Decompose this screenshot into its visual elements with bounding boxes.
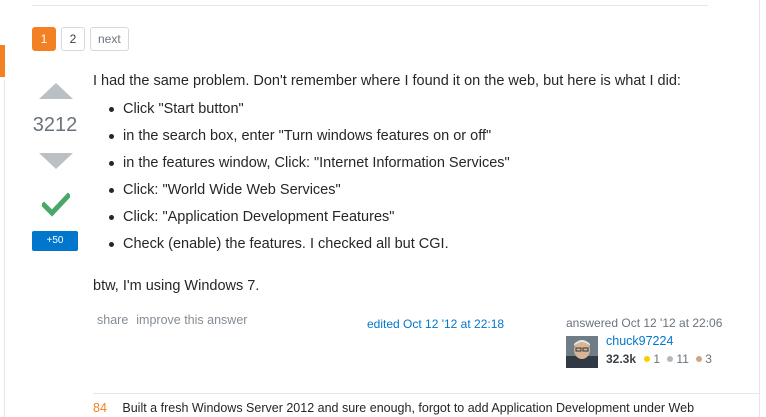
right-border (759, 0, 760, 417)
left-accent-bar (0, 45, 5, 77)
answer-intro: I had the same problem. Don't remember w… (93, 73, 681, 89)
comment-divider (93, 393, 759, 394)
list-item: in the features window, Click: "Internet… (109, 150, 733, 177)
steps-list: Click "Start button" in the search box, … (93, 96, 733, 258)
list-item: in the search box, enter "Turn windows f… (109, 123, 733, 150)
answer-body: I had the same problem. Don't remember w… (93, 70, 733, 294)
gold-badge-count: 1 (653, 352, 661, 366)
user-signature: answered Oct 12 '12 at 22:06 chuck97224 … (566, 316, 736, 368)
bounty-badge[interactable]: +50 (32, 231, 78, 251)
reputation-score: 32.3k (606, 352, 637, 366)
improve-answer-link[interactable]: improve this answer (136, 313, 247, 327)
list-item: Click "Start button" (109, 96, 733, 123)
answered-timestamp: answered Oct 12 '12 at 22:06 (566, 316, 723, 330)
silver-badge-icon (667, 356, 674, 362)
list-item: Click: "Application Development Features… (109, 204, 733, 231)
page-1-button[interactable]: 1 (32, 27, 56, 51)
vote-up-icon[interactable] (39, 83, 73, 99)
avatar[interactable] (566, 336, 598, 368)
comment: 84 Built a fresh Windows Server 2012 and… (93, 401, 694, 415)
bronze-badge: 3 (696, 352, 712, 366)
list-item: Check (enable) the features. I checked a… (109, 231, 733, 258)
edited-link[interactable]: edited Oct 12 '12 at 22:18 (367, 317, 504, 331)
bronze-badge-icon (696, 356, 703, 362)
pagination: 1 2 next (32, 27, 129, 51)
user-name-link[interactable]: chuck97224 (606, 334, 673, 348)
next-page-button[interactable]: next (90, 27, 129, 51)
vote-down-icon[interactable] (39, 153, 73, 169)
silver-badge-count: 11 (676, 352, 689, 366)
user-card: chuck97224 32.3k 1 11 3 (566, 334, 736, 368)
gold-badge-icon (644, 356, 651, 362)
comment-text: Built a fresh Windows Server 2012 and su… (122, 401, 695, 415)
left-border (4, 80, 5, 417)
accepted-check-icon (42, 192, 70, 217)
share-link[interactable]: share (97, 313, 128, 327)
silver-badge: 11 (667, 352, 689, 366)
page-2-button[interactable]: 2 (61, 27, 85, 51)
bronze-badge-count: 3 (705, 352, 712, 366)
comment-score: 84 (93, 401, 107, 415)
vote-count: 3212 (32, 114, 78, 136)
post-menu: share improve this answer (97, 313, 247, 327)
list-item: Click: "World Wide Web Services" (109, 177, 733, 204)
user-stats: 32.3k 1 11 3 (606, 352, 716, 366)
answer-outro: btw, I'm using Windows 7. (93, 278, 260, 294)
gold-badge: 1 (644, 352, 660, 366)
top-divider (32, 5, 708, 6)
